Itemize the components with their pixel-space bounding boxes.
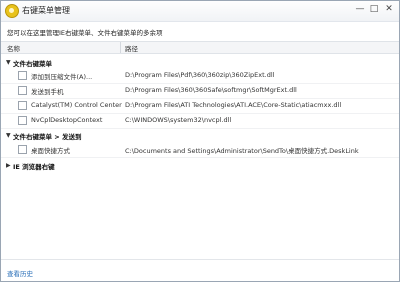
item-path: C:\Documents and Settings\Administrator\… [125, 147, 359, 155]
description-text: 您可以在这里管理IE右键菜单、文件右键菜单的多余项 [7, 29, 163, 37]
column-header-name[interactable]: 名称 [7, 43, 20, 53]
title-bar: 右键菜单管理 — □ ✕ [1, 1, 399, 22]
item-checkbox[interactable] [18, 101, 27, 110]
item-name: 发送到手机 [31, 88, 64, 96]
item-checkbox[interactable] [18, 116, 27, 125]
item-checkbox[interactable] [18, 71, 27, 80]
item-name: Catalyst(TM) Control Center [31, 101, 122, 109]
group-label: 文件右键菜单 > 发送到 [13, 133, 82, 141]
item-name: 桌面快捷方式 [31, 147, 70, 155]
group-ie-context-menu[interactable]: ▶ IE 浏览器右键 [1, 159, 399, 171]
item-name: NvCplDesktopContext [31, 116, 103, 124]
item-checkbox[interactable] [18, 86, 27, 95]
view-history-link[interactable]: 查看历史 [7, 268, 33, 278]
item-path: D:\Program Files\360\360Safe\softmgr\Sof… [125, 86, 297, 94]
app-logo-icon [5, 4, 19, 18]
list-item[interactable]: Catalyst(TM) Control Center D:\Program F… [1, 98, 399, 114]
list-item[interactable]: 发送到手机 D:\Program Files\360\360Safe\softm… [1, 83, 399, 99]
group-label: 文件右键菜单 [13, 60, 52, 68]
column-divider[interactable] [120, 42, 121, 53]
triangle-right-icon[interactable]: ▶ [6, 162, 11, 169]
context-menu-manager-window: 右键菜单管理 — □ ✕ 您可以在这里管理IE右键菜单、文件右键菜单的多余项 名… [0, 0, 400, 282]
list-header: 名称 路径 [1, 41, 399, 54]
column-header-path[interactable]: 路径 [125, 43, 138, 53]
minimize-button[interactable]: — [353, 3, 367, 16]
close-button[interactable]: ✕ [382, 3, 396, 16]
list-item[interactable]: 添加到压缩文件(A)... D:\Program Files\Pdf\360\3… [1, 68, 399, 84]
window-title: 右键菜单管理 [22, 6, 70, 15]
item-path: D:\Program Files\ATI Technologies\ATI.AC… [125, 101, 342, 109]
item-checkbox[interactable] [18, 145, 27, 154]
group-label: IE 浏览器右键 [13, 163, 55, 171]
item-path: D:\Program Files\Pdf\360\360zip\360ZipEx… [125, 71, 275, 79]
list-item[interactable]: NvCplDesktopContext C:\WINDOWS\system32\… [1, 113, 399, 129]
footer-bar: 查看历史 [1, 259, 399, 281]
list-item[interactable]: 桌面快捷方式 C:\Documents and Settings\Adminis… [1, 142, 399, 158]
maximize-button[interactable]: □ [367, 3, 381, 16]
item-path: C:\WINDOWS\system32\nvcpl.dll [125, 116, 232, 124]
triangle-down-icon[interactable]: ▼ [6, 59, 11, 66]
item-name: 添加到压缩文件(A)... [31, 73, 93, 81]
group-send-to[interactable]: ▼ 文件右键菜单 > 发送到 [1, 129, 399, 141]
group-file-context-menu[interactable]: ▼ 文件右键菜单 [1, 56, 399, 68]
triangle-down-icon[interactable]: ▼ [6, 132, 11, 139]
